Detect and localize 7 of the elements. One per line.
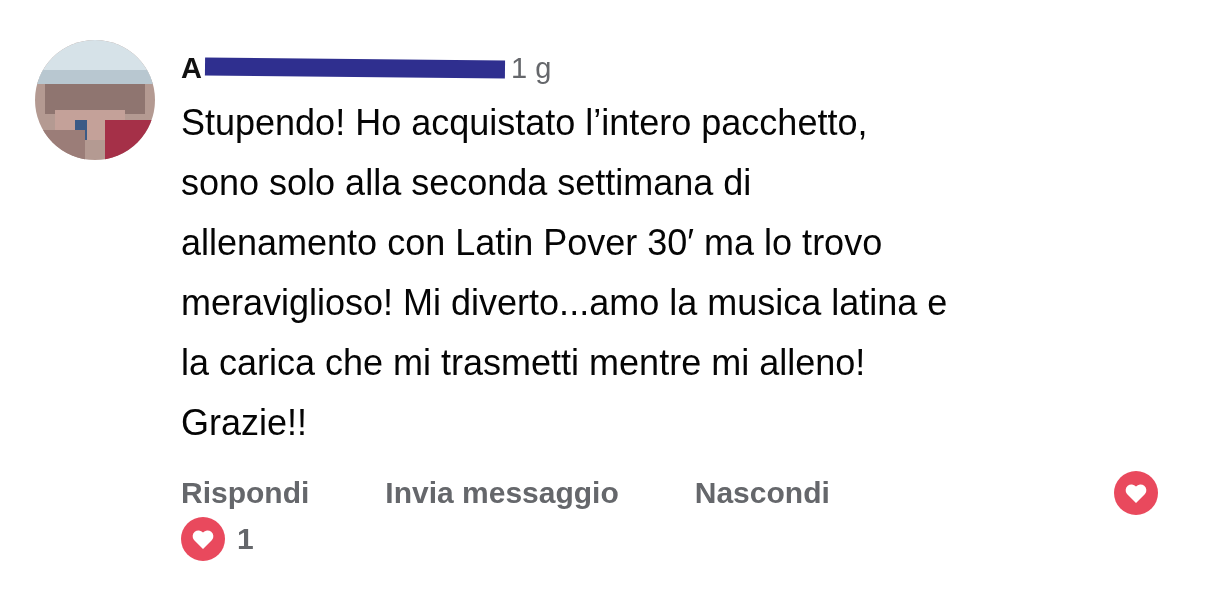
- author-name[interactable]: A: [181, 51, 202, 85]
- timestamp: 1 g: [510, 51, 552, 85]
- action-link[interactable]: Rispondi: [181, 476, 310, 510]
- action-link[interactable]: Invia messaggio: [385, 476, 619, 510]
- comment-text: Stupendo! Ho acquistato l’intero pacchetto, sono solo alla seconda settimana di allenamento con Latin Pover 30′ ma lo trovo meraviglioso! Mi diverto...amo la musica latina e la carica che mi trasmetti mentre mi alleno! Grazie!!: [181, 101, 949, 445]
- action-link[interactable]: Nascondi: [694, 476, 830, 510]
- reaction-count[interactable]: 1: [237, 522, 254, 556]
